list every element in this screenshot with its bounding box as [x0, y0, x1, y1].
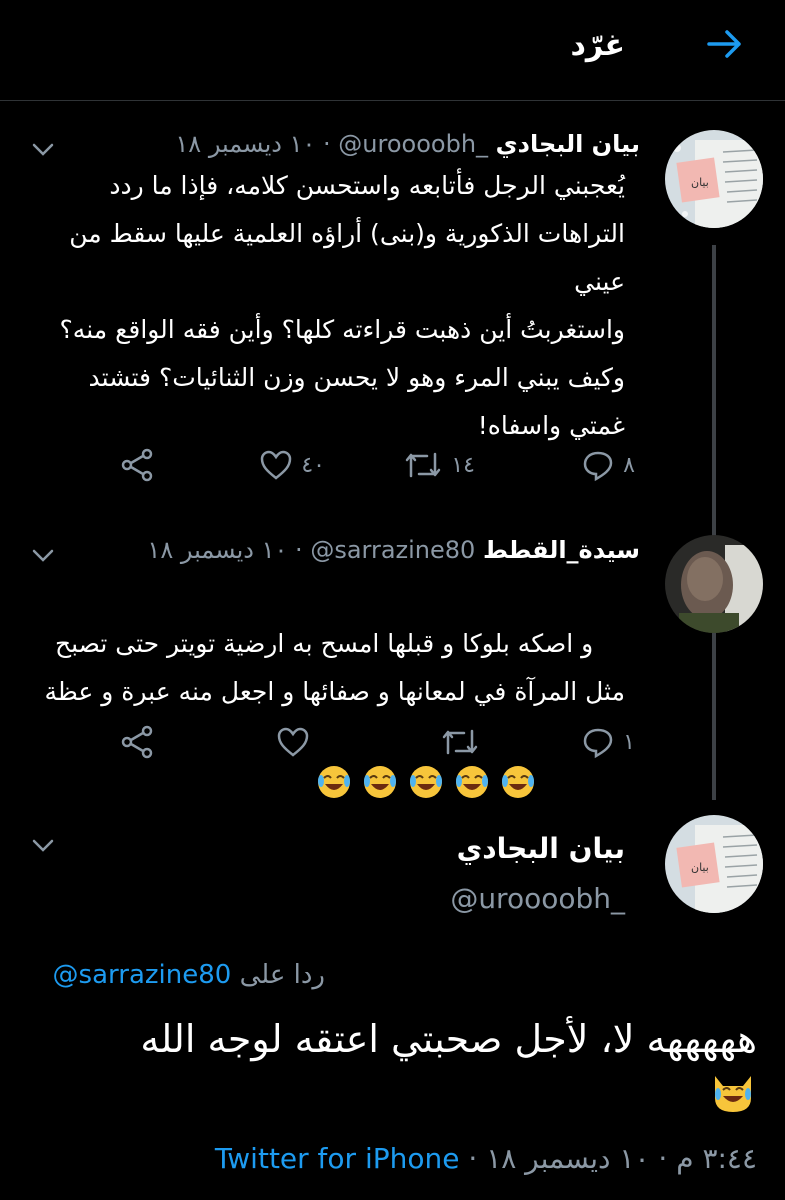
share-icon [121, 725, 153, 759]
like-count: ٤٠ [301, 452, 325, 478]
separator-dot: · [323, 130, 331, 158]
reply-button[interactable]: ٨ [581, 445, 635, 485]
chevron-down-icon[interactable] [30, 136, 56, 162]
tweet-date[interactable]: ١٠ ديسمبر ١٨ [175, 130, 315, 158]
tweet-actions: ١ [115, 722, 635, 762]
tweet-text: و اصكه بلوكا و قبلها امسح به ارضية تويتر… [44, 629, 626, 706]
replying-to: ردا على @sarrazine80 [53, 960, 325, 990]
reply-count: ١ [623, 729, 635, 755]
tweet-meta: بيان البجادي @uroooobh_ · ١٠ ديسمبر ١٨ [175, 130, 640, 158]
display-name[interactable]: بيان البجادي [496, 130, 640, 158]
page-title: غرّد [570, 28, 625, 63]
svg-text:بيان: بيان [691, 861, 709, 874]
user-handle[interactable]: @uroooobh_ [450, 882, 625, 915]
back-arrow-icon[interactable] [705, 24, 745, 64]
chevron-down-icon[interactable] [30, 832, 56, 858]
tweet-footer: ٣:٤٤ م · ١٠ ديسمبر ١٨ · Twitter for iPho… [215, 1142, 757, 1175]
reply-to-handle[interactable]: @sarrazine80 [53, 960, 232, 990]
tweet-actions: ٨ ١٤ ٤٠ [115, 445, 635, 485]
retweet-icon [406, 452, 441, 478]
replying-to-label: ردا على [239, 960, 325, 990]
share-icon [121, 448, 153, 482]
avatar[interactable] [665, 535, 763, 633]
retweet-button[interactable] [440, 722, 480, 762]
tweet-date[interactable]: ١٠ ديسمبر ١٨ [147, 536, 287, 564]
reply-icon [583, 728, 613, 759]
retweet-icon [442, 729, 478, 755]
like-button[interactable]: ٤٠ [259, 445, 325, 485]
tweet-text: يُعجبني الرجل فأتابعه واستحسن كلامه، فإذ… [59, 171, 625, 440]
retweet-button[interactable]: ١٤ [403, 445, 475, 485]
reply-icon [583, 451, 613, 482]
tweet-source[interactable]: Twitter for iPhone [215, 1142, 460, 1175]
heart-icon [261, 450, 292, 480]
display-name[interactable]: سيدة_القطط [483, 536, 640, 564]
top-bar: غرّد [0, 0, 785, 101]
thread-line [712, 245, 716, 800]
user-handle[interactable]: @sarrazine80 [310, 536, 475, 564]
reply-button[interactable]: ١ [581, 722, 635, 762]
reply-count: ٨ [623, 452, 635, 478]
display-name[interactable]: بيان البجادي [457, 832, 625, 865]
tweet-meta: سيدة_القطط @sarrazine80 · ١٠ ديسمبر ١٨ [147, 536, 640, 564]
avatar[interactable]: بيان [665, 815, 763, 913]
retweet-count: ١٤ [451, 452, 475, 478]
cat-laughing-emoji-icon [709, 1068, 757, 1132]
avatar[interactable]: بيان [665, 130, 763, 228]
heart-icon [277, 727, 309, 757]
main-tweet-text-wrap: هههههه لا، لأجل صحبتي اعتقه لوجه الله [17, 1010, 757, 1132]
user-handle[interactable]: @uroooobh_ [338, 130, 488, 158]
like-button[interactable] [276, 722, 310, 762]
share-button[interactable] [119, 445, 155, 485]
main-tweet-text: هههههه لا، لأجل صحبتي اعتقه لوجه الله [140, 1017, 757, 1061]
share-button[interactable] [119, 722, 155, 762]
tweet-timestamp: ٣:٤٤ م · ١٠ ديسمبر ١٨ · [468, 1142, 757, 1175]
svg-text:بيان: بيان [691, 176, 709, 189]
chevron-down-icon[interactable] [30, 542, 56, 568]
separator-dot: · [295, 536, 303, 564]
